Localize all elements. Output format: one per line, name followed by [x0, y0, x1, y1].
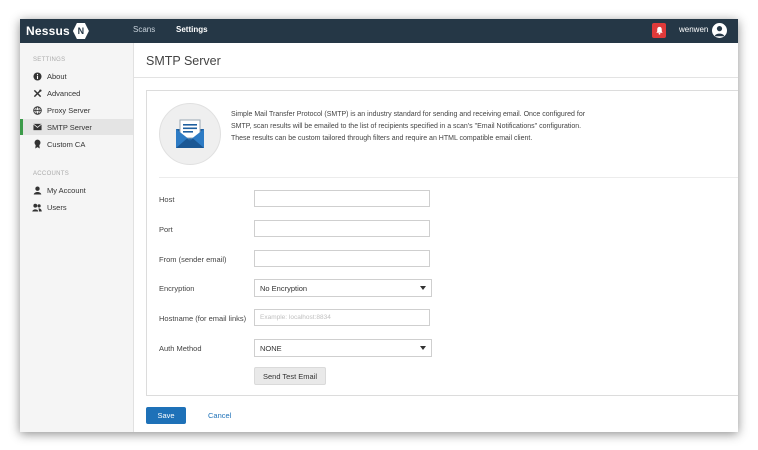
settings-sidebar: SETTINGS About Advanced Proxy Server SMT… — [20, 43, 134, 432]
sidebar-item-label: Proxy Server — [47, 105, 91, 115]
logo-badge: N — [72, 23, 89, 39]
email-illustration — [159, 103, 221, 165]
username[interactable]: wenwen — [679, 25, 708, 34]
notifications-button[interactable] — [652, 23, 666, 38]
save-button[interactable]: Save — [146, 407, 186, 424]
sidebar-item-custom-ca[interactable]: Custom CA — [20, 136, 133, 152]
globe-icon — [32, 105, 42, 115]
sidebar-item-label: Users — [47, 202, 67, 212]
send-test-email-button[interactable]: Send Test Email — [254, 367, 326, 385]
hostname-input[interactable]: Example: localhost:8834 — [254, 309, 430, 326]
nav-scans[interactable]: Scans — [133, 25, 155, 34]
top-nav-bar: Nessus N Scans Settings wenwen — [20, 19, 738, 43]
auth-method-label: Auth Method — [159, 344, 202, 353]
host-input[interactable] — [254, 190, 430, 207]
sidebar-item-smtp-server[interactable]: SMTP Server — [20, 119, 133, 135]
caret-down-icon — [420, 286, 426, 290]
title-divider — [134, 77, 738, 78]
auth-method-selected-value: NONE — [260, 343, 282, 353]
cancel-link[interactable]: Cancel — [208, 411, 231, 420]
sidebar-item-label: My Account — [47, 185, 86, 195]
page-title: SMTP Server — [146, 54, 221, 68]
sidebar-item-about[interactable]: About — [20, 68, 133, 84]
nessus-logo[interactable]: Nessus N — [26, 22, 89, 40]
bell-icon — [655, 26, 663, 35]
port-input[interactable] — [254, 220, 430, 237]
encryption-select[interactable]: No Encryption — [254, 279, 432, 297]
settings-heading: SETTINGS — [33, 57, 66, 63]
sidebar-item-advanced[interactable]: Advanced — [20, 85, 133, 101]
sidebar-item-label: Custom CA — [47, 139, 86, 149]
panel-divider — [159, 177, 738, 178]
from-email-input[interactable] — [254, 250, 430, 267]
logo-text: Nessus — [26, 24, 70, 38]
caret-down-icon — [420, 346, 426, 350]
user-avatar-button[interactable] — [712, 23, 727, 38]
email-envelope-icon — [176, 119, 204, 148]
smtp-settings-panel: Simple Mail Transfer Protocol (SMTP) is … — [146, 90, 738, 396]
accounts-heading: ACCOUNTS — [33, 171, 70, 177]
user-avatar-icon — [714, 26, 725, 37]
sidebar-item-users[interactable]: Users — [20, 199, 133, 215]
encryption-label: Encryption — [159, 284, 195, 293]
certificate-icon — [32, 139, 42, 149]
from-label: From (sender email) — [159, 255, 227, 264]
users-icon — [32, 202, 42, 212]
sidebar-item-label: Advanced — [47, 88, 81, 98]
envelope-icon — [32, 122, 42, 132]
hostname-label: Hostname (for email links) — [159, 314, 247, 323]
sidebar-item-proxy-server[interactable]: Proxy Server — [20, 102, 133, 118]
encryption-selected-value: No Encryption — [260, 283, 308, 293]
app-window: Nessus N Scans Settings wenwen SETTINGS … — [20, 19, 738, 432]
port-label: Port — [159, 225, 173, 234]
host-label: Host — [159, 195, 175, 204]
sidebar-item-my-account[interactable]: My Account — [20, 182, 133, 198]
user-icon — [32, 185, 42, 195]
sidebar-item-label: SMTP Server — [47, 122, 92, 132]
main-content: SMTP Server Simple Mail Transfer Protoco… — [134, 43, 738, 432]
sidebar-item-label: About — [47, 71, 67, 81]
smtp-description: Simple Mail Transfer Protocol (SMTP) is … — [231, 111, 586, 142]
tools-icon — [32, 88, 42, 98]
auth-method-select[interactable]: NONE — [254, 339, 432, 357]
info-icon — [32, 71, 42, 81]
nav-settings[interactable]: Settings — [176, 25, 208, 34]
